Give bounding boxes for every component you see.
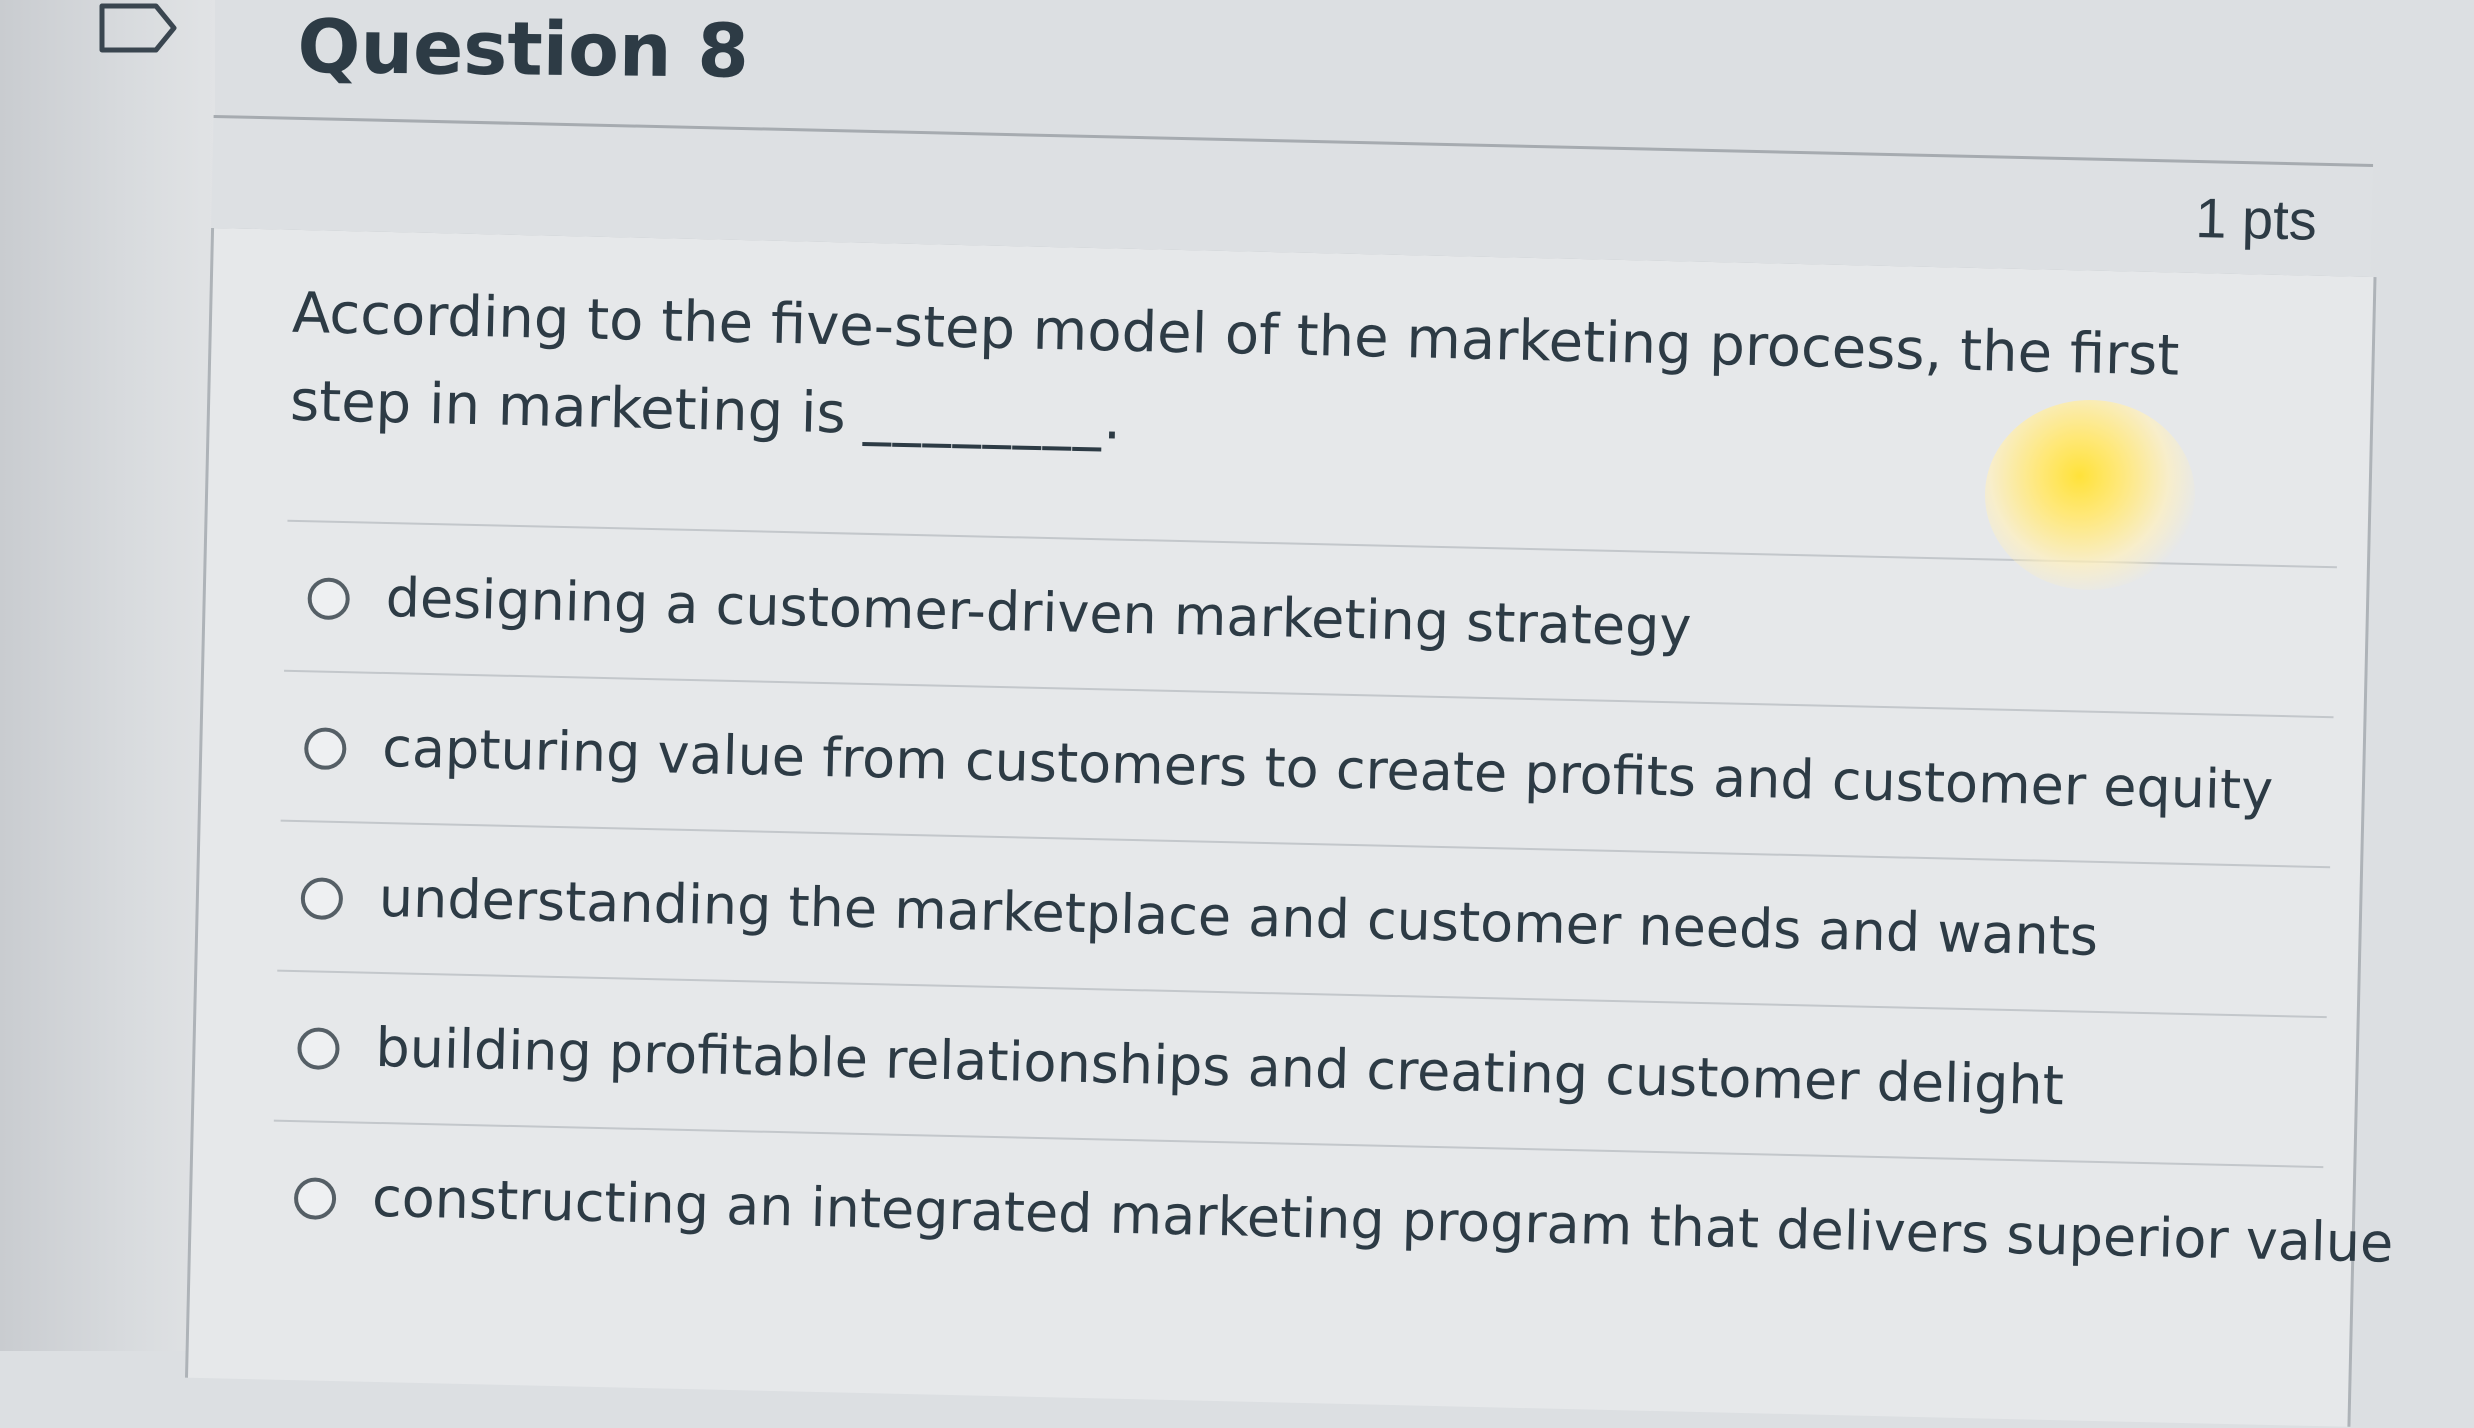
answer-list: designing a customer-driven marketing st… [270, 519, 2394, 1317]
screen-glare [1985, 400, 2195, 590]
radio-button[interactable] [297, 1027, 340, 1071]
left-gutter [0, 0, 215, 1351]
radio-button[interactable] [300, 877, 344, 921]
answer-label[interactable]: capturing value from customers to create… [382, 716, 2274, 822]
answer-label[interactable]: building profitable relationships and cr… [375, 1016, 2065, 1117]
flag-question-icon[interactable] [98, 2, 178, 54]
radio-button[interactable] [293, 1177, 337, 1221]
answer-label[interactable]: understanding the marketplace and custom… [378, 866, 2099, 968]
points-label: 1 pts [2194, 185, 2318, 252]
question-blank: ________. [862, 381, 1124, 453]
radio-button[interactable] [307, 577, 351, 621]
question-prompt: According to the five-step model of the … [289, 270, 2242, 490]
answer-label[interactable]: designing a customer-driven marketing st… [385, 566, 1692, 659]
answer-label[interactable]: constructing an integrated marketing pro… [371, 1166, 2394, 1275]
radio-button[interactable] [303, 727, 347, 771]
question-prompt-text: According to the five-step model of the … [289, 280, 2181, 447]
question-card: 1 pts According to the five-step model o… [184, 55, 2394, 1427]
